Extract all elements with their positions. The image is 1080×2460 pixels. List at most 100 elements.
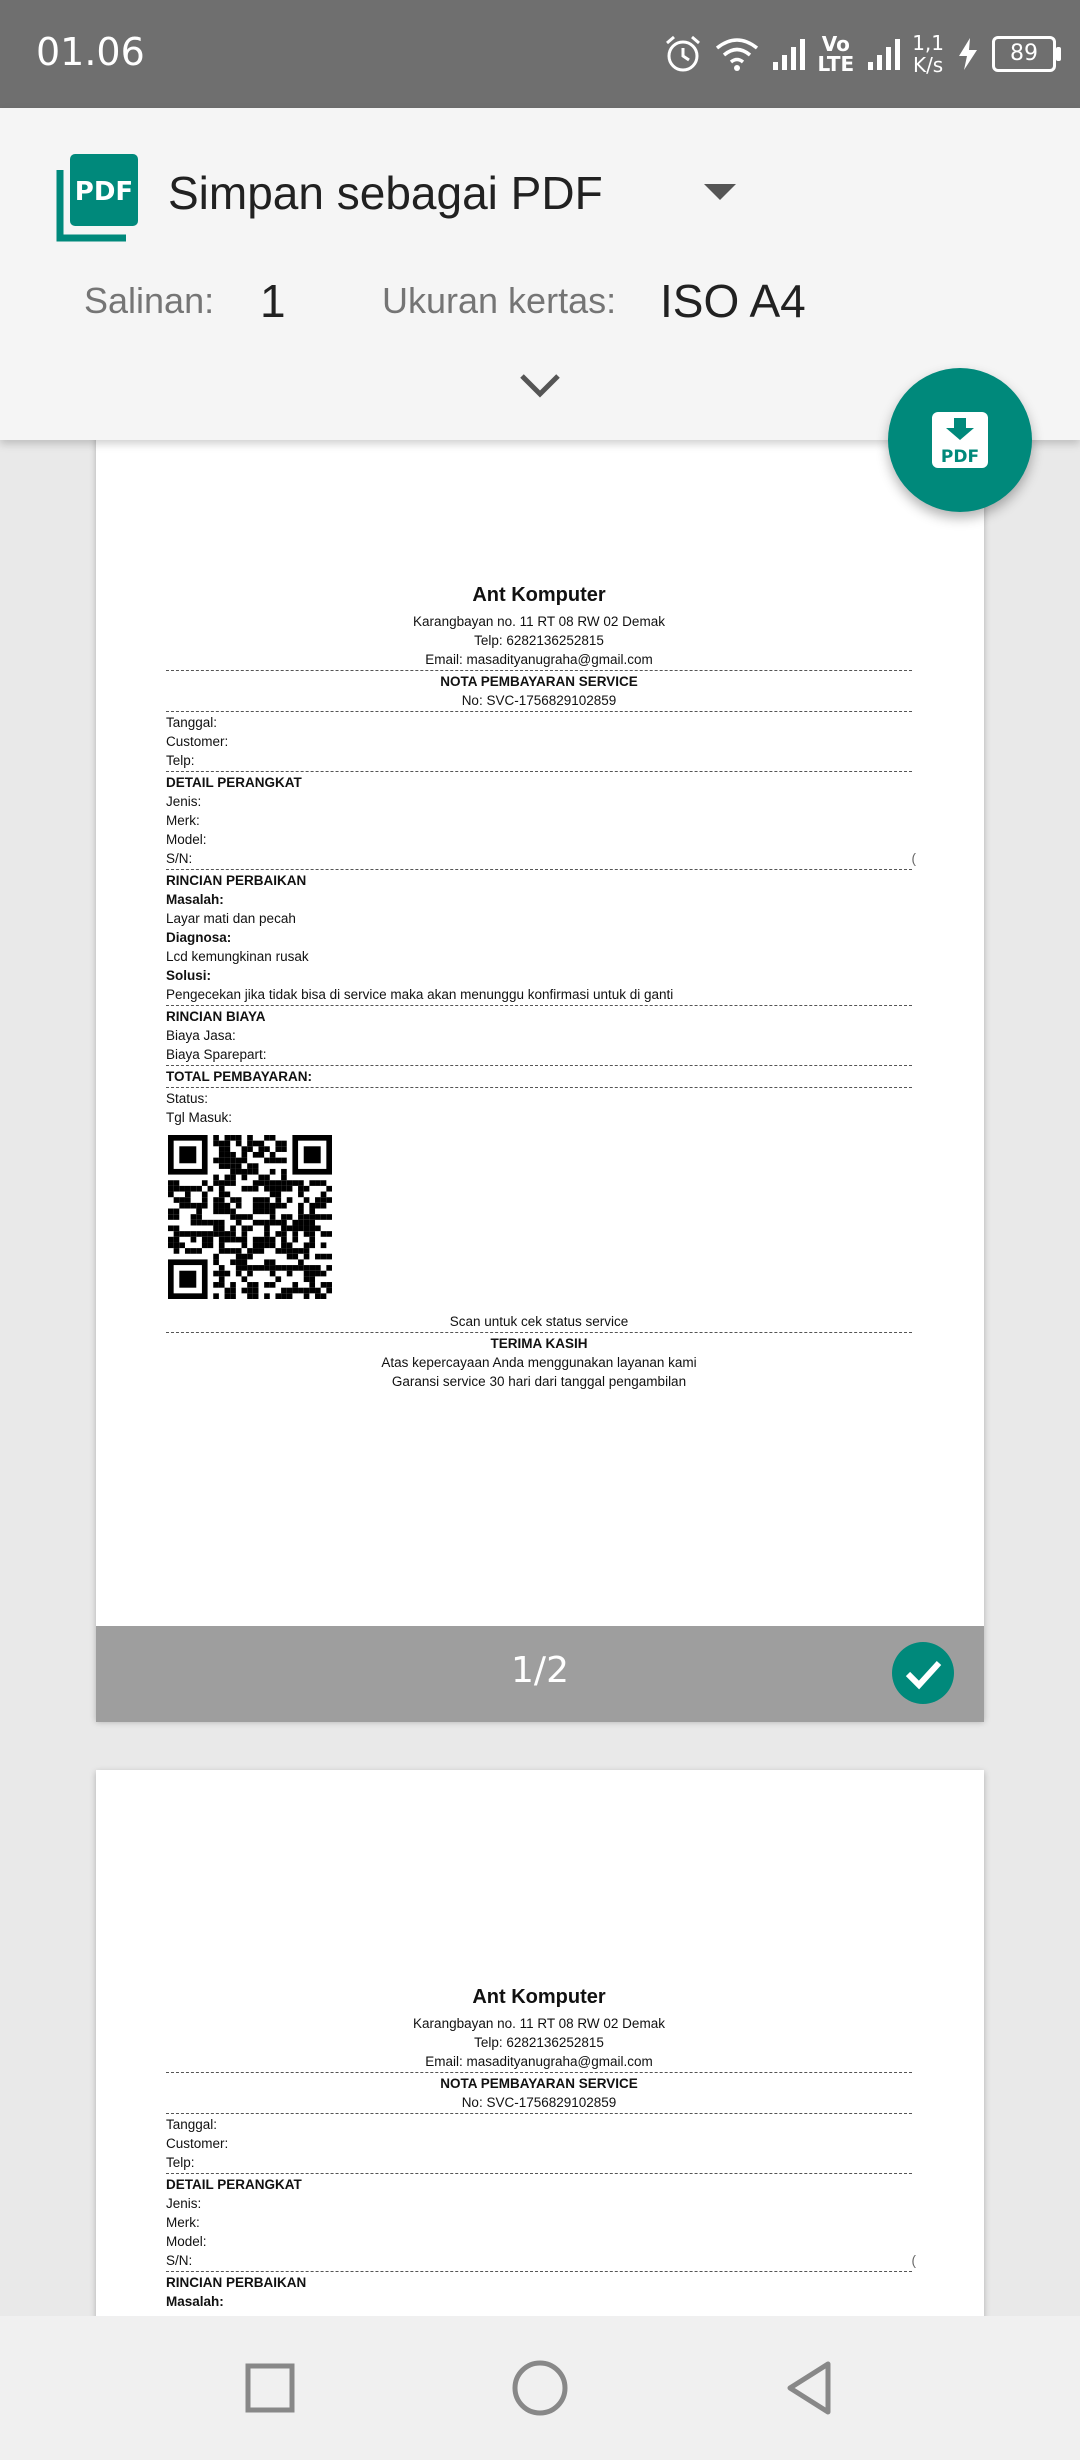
field-sn-row: S/N: ( bbox=[166, 2251, 916, 2270]
home-circle-icon[interactable] bbox=[508, 2356, 572, 2420]
shop-phone: Telp: 6282136252815 bbox=[474, 2035, 604, 2050]
label-masalah: Masalah: bbox=[166, 892, 224, 907]
diagnosa-text: Lcd kemungkinan rusak bbox=[166, 949, 309, 964]
divider bbox=[166, 1332, 912, 1333]
divider bbox=[166, 2271, 912, 2272]
shop-name: Ant Komputer bbox=[472, 1986, 606, 2008]
clock: 01.06 bbox=[36, 30, 145, 74]
charging-icon bbox=[959, 38, 977, 70]
check-icon bbox=[905, 1660, 942, 1690]
doc-number: No: SVC-1756829102859 bbox=[461, 2095, 617, 2110]
field-biaya-jasa: Biaya Jasa: bbox=[166, 1028, 236, 1043]
field-telp: Telp: bbox=[166, 2155, 195, 2170]
signal-icon-2 bbox=[868, 39, 901, 70]
shop-email: Email: masadityanugraha@gmail.com bbox=[425, 2054, 653, 2069]
total-label: TOTAL PEMBAYARAN: bbox=[166, 1069, 313, 1084]
svg-text:PDF: PDF bbox=[941, 447, 979, 467]
speed-value: 1,1 bbox=[912, 31, 944, 55]
field-customer: Customer: bbox=[166, 734, 229, 749]
field-sn-row: S/N: ( bbox=[166, 849, 916, 868]
divider bbox=[166, 869, 912, 870]
page-footer: 1/2 bbox=[96, 1626, 984, 1722]
receipt-page-2: Ant Komputer Karangbayan no. 11 RT 08 RW… bbox=[166, 1984, 916, 2311]
shop-phone: Telp: 6282136252815 bbox=[474, 633, 604, 648]
pdf-download-icon: PDF bbox=[932, 412, 988, 468]
copies-value[interactable]: 1 bbox=[260, 274, 286, 328]
field-merk: Merk: bbox=[166, 813, 200, 828]
recents-square-icon[interactable] bbox=[238, 2356, 302, 2420]
printer-selector[interactable]: Simpan sebagai PDF bbox=[168, 166, 603, 220]
field-tgl-masuk: Tgl Masuk: bbox=[166, 1110, 233, 1125]
sn-value: ( bbox=[911, 2253, 917, 2268]
section-repair: RINCIAN PERBAIKAN bbox=[166, 873, 307, 888]
wifi-icon bbox=[716, 38, 759, 71]
doc-title: NOTA PEMBAYARAN SERVICE bbox=[440, 674, 638, 689]
copies-label: Salinan: bbox=[84, 280, 215, 321]
thanks-line-1: Atas kepercayaan Anda menggunakan layana… bbox=[381, 1355, 697, 1370]
doc-number: No: SVC-1756829102859 bbox=[461, 693, 617, 708]
divider bbox=[166, 2072, 912, 2073]
field-tanggal: Tanggal: bbox=[166, 715, 218, 730]
field-status: Status: bbox=[166, 1091, 209, 1106]
divider bbox=[166, 2173, 912, 2174]
page-indicator: 1/2 bbox=[511, 1650, 569, 1691]
shop-address: Karangbayan no. 11 RT 08 RW 02 Demak bbox=[413, 614, 665, 629]
label-diagnosa: Diagnosa: bbox=[166, 930, 232, 945]
status-icons: Vo LTE 1,1 K/s 89 bbox=[663, 24, 1061, 84]
receipt: Ant Komputer Karangbayan no. 11 RT 08 RW… bbox=[166, 582, 916, 1391]
pdf-printer-icon: PDF bbox=[56, 154, 138, 242]
solusi-text: Pengecekan jika tidak bisa di service ma… bbox=[166, 987, 674, 1002]
divider bbox=[166, 2113, 912, 2114]
masalah-text: Layar mati dan pecah bbox=[166, 911, 296, 926]
preview-page-1[interactable]: Ant Komputer Karangbayan no. 11 RT 08 RW… bbox=[96, 330, 984, 1720]
divider bbox=[166, 1005, 912, 1006]
field-jenis: Jenis: bbox=[166, 2196, 202, 2211]
divider bbox=[166, 1065, 912, 1066]
field-sn: S/N: bbox=[166, 2253, 193, 2268]
alarm-icon bbox=[666, 35, 701, 72]
field-customer: Customer: bbox=[166, 2136, 229, 2151]
scan-text: Scan untuk cek status service bbox=[449, 1314, 629, 1329]
field-model: Model: bbox=[166, 832, 207, 847]
network-speed: 1,1 K/s bbox=[912, 32, 944, 76]
doc-title: NOTA PEMBAYARAN SERVICE bbox=[440, 2076, 638, 2091]
field-tanggal: Tanggal: bbox=[166, 2117, 218, 2132]
thanks-title: TERIMA KASIH bbox=[490, 1336, 588, 1351]
divider bbox=[166, 771, 912, 772]
field-model: Model: bbox=[166, 2234, 207, 2249]
divider bbox=[166, 711, 912, 712]
paper-size-value[interactable]: ISO A4 bbox=[660, 274, 806, 328]
field-merk: Merk: bbox=[166, 2215, 200, 2230]
paper-size-label: Ukuran kertas: bbox=[382, 280, 617, 321]
battery-icon: 89 bbox=[992, 36, 1061, 72]
page-selected-checkbox[interactable] bbox=[892, 1642, 954, 1704]
volte-label: Vo LTE bbox=[817, 32, 855, 76]
section-cost: RINCIAN BIAYA bbox=[166, 1009, 266, 1024]
section-device: DETAIL PERANGKAT bbox=[166, 2177, 302, 2192]
speed-unit: K/s bbox=[912, 53, 944, 77]
shop-name: Ant Komputer bbox=[472, 584, 606, 606]
divider bbox=[166, 670, 912, 671]
signal-icon-1 bbox=[773, 39, 806, 70]
expand-chevron-icon[interactable] bbox=[516, 370, 564, 400]
status-bar: 01.06 Vo LTE 1,1 K/s 89 bbox=[0, 0, 1080, 108]
shop-address: Karangbayan no. 11 RT 08 RW 02 Demak bbox=[413, 2016, 665, 2031]
label-masalah: Masalah: bbox=[166, 2294, 224, 2309]
field-biaya-sparepart: Biaya Sparepart: bbox=[166, 1047, 267, 1062]
label-solusi: Solusi: bbox=[166, 968, 212, 983]
dropdown-arrow-icon[interactable] bbox=[704, 184, 736, 200]
field-sn: S/N: bbox=[166, 851, 193, 866]
divider bbox=[166, 1087, 912, 1088]
thanks-line-2: Garansi service 30 hari dari tanggal pen… bbox=[391, 1374, 687, 1389]
section-repair: RINCIAN PERBAIKAN bbox=[166, 2275, 307, 2290]
field-jenis: Jenis: bbox=[166, 794, 202, 809]
field-telp: Telp: bbox=[166, 753, 195, 768]
svg-text:PDF: PDF bbox=[75, 177, 133, 207]
shop-email: Email: masadityanugraha@gmail.com bbox=[425, 652, 653, 667]
section-device: DETAIL PERANGKAT bbox=[166, 775, 302, 790]
back-triangle-icon[interactable] bbox=[778, 2356, 842, 2420]
sn-value: ( bbox=[911, 851, 917, 866]
download-pdf-button[interactable]: PDF bbox=[888, 368, 1032, 512]
navigation-bar bbox=[0, 2316, 1080, 2460]
qr-code bbox=[168, 1135, 332, 1299]
